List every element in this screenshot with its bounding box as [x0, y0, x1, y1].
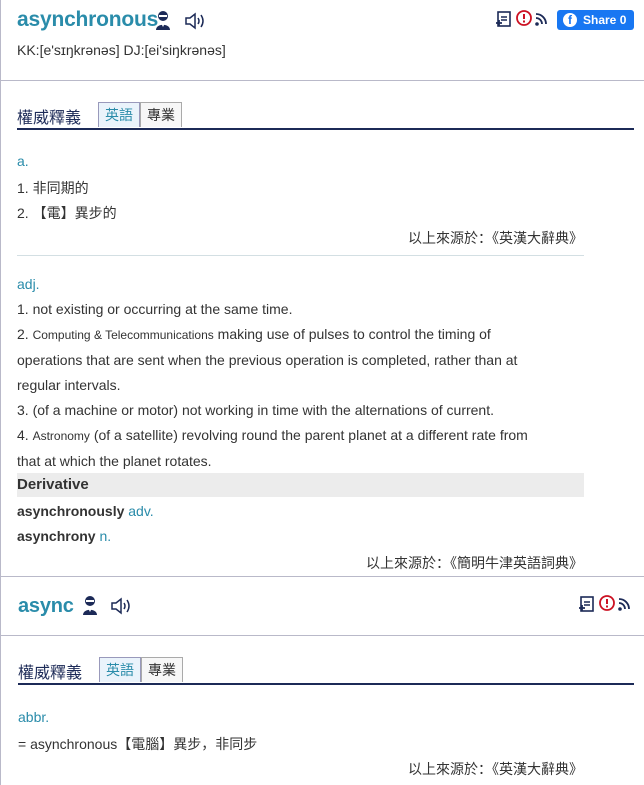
sense-4-cont: that at which the planet rotates.: [17, 453, 212, 469]
tab-professional[interactable]: 專業: [140, 102, 182, 127]
sense-1: 1. 非同期的: [17, 180, 89, 196]
rss-icon[interactable]: [618, 598, 630, 611]
divider: [17, 255, 584, 256]
sense-3: 3. (of a machine or motor) not working i…: [17, 402, 494, 418]
part-of-speech: abbr.: [18, 709, 50, 725]
entry-card-async: async 權威釋義 英語 專業 abbr. = asynchronous【電腦…: [0, 576, 644, 785]
definition-tabbar: 權威釋義 英語 專業: [18, 657, 634, 685]
person-icon[interactable]: [81, 595, 99, 615]
section-title: 權威釋義: [18, 665, 83, 682]
source-citation: 以上來源於：《英漢大辭典》: [408, 761, 583, 777]
share-label: Share 0: [583, 13, 627, 27]
sense-4: 4. Astronomy (of a satellite) revolving …: [17, 427, 528, 443]
definition-tabbar: 權威釋義 英語 專業: [17, 102, 634, 130]
entry-card-asynchronous: asynchronous f Share 0 KK:[e'sɪŋkrənəs] …: [0, 0, 644, 576]
person-icon[interactable]: [154, 10, 172, 30]
alert-icon[interactable]: [599, 595, 615, 611]
domain-label: Computing & Telecommunications: [32, 328, 214, 342]
sense-1: = asynchronous【電腦】異步，非同步: [18, 736, 258, 752]
facebook-icon: f: [563, 13, 577, 27]
alert-icon[interactable]: [516, 10, 532, 26]
part-of-speech: adj.: [17, 276, 40, 292]
entry-header: async: [1, 577, 644, 636]
facebook-share-button[interactable]: f Share 0: [557, 10, 634, 30]
derivative-item[interactable]: asynchrony n.: [17, 528, 111, 544]
section-title: 權威釋義: [17, 110, 82, 127]
speaker-icon[interactable]: [184, 12, 206, 30]
derivative-heading: Derivative: [17, 473, 584, 497]
rss-icon[interactable]: [535, 13, 547, 26]
headword: asynchronous: [17, 8, 159, 31]
speaker-icon[interactable]: [110, 597, 132, 615]
add-note-icon[interactable]: [496, 11, 511, 27]
tab-english[interactable]: 英語: [98, 102, 140, 127]
derivative-item[interactable]: asynchronously adv.: [17, 503, 154, 519]
toolbar-icons: [496, 10, 547, 27]
tab-professional[interactable]: 專業: [141, 657, 183, 682]
domain-label: Astronomy: [32, 429, 90, 443]
entry-header: asynchronous f Share 0 KK:[e'sɪŋkrənəs] …: [1, 0, 644, 81]
add-note-icon[interactable]: [579, 596, 594, 612]
source-citation: 以上來源於：《簡明牛津英語詞典》: [366, 555, 583, 571]
sense-2-cont: operations that are sent when the previo…: [17, 352, 518, 368]
sense-1: 1. not existing or occurring at the same…: [17, 301, 293, 317]
toolbar-icons: [579, 595, 630, 612]
pronunciation: KK:[e'sɪŋkrənəs] DJ:[ei'siŋkrənəs]: [17, 42, 226, 58]
sense-2: 2. 【電】異步的: [17, 205, 117, 221]
tab-english[interactable]: 英語: [99, 657, 141, 682]
sense-2-cont: regular intervals.: [17, 377, 121, 393]
source-citation: 以上來源於：《英漢大辭典》: [408, 230, 583, 246]
part-of-speech: a.: [17, 153, 29, 169]
headword: async: [18, 595, 74, 617]
sense-2: 2. Computing & Telecommunications making…: [17, 326, 491, 342]
